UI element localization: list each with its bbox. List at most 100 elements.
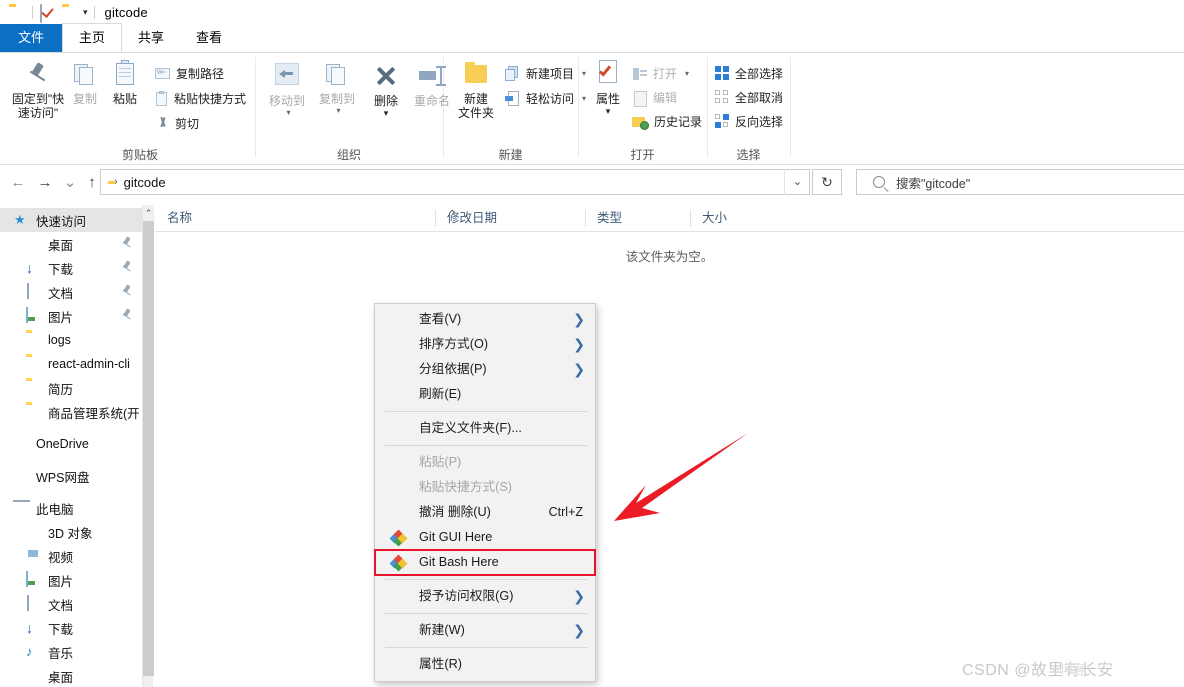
- scrollbar-thumb[interactable]: [143, 221, 154, 676]
- chevron-down-icon[interactable]: ▾: [588, 106, 628, 117]
- pin-icon[interactable]: [121, 285, 132, 296]
- sidebar-item[interactable]: ↓ 下载: [0, 256, 142, 280]
- new-folder-button[interactable]: 新建 文件夹: [451, 61, 501, 120]
- context-menu-item[interactable]: 新建(W) ❯: [375, 618, 595, 643]
- folder-icon[interactable]: [62, 5, 78, 21]
- chevron-right-icon[interactable]: ❯: [573, 584, 585, 609]
- select-none-button[interactable]: 全部取消: [715, 89, 783, 106]
- chevron-down-icon[interactable]: ▾: [83, 8, 88, 17]
- chevron-down-icon[interactable]: ▾: [316, 106, 361, 115]
- edit-icon: [632, 90, 648, 107]
- context-menu-item[interactable]: 刷新(E): [375, 382, 595, 407]
- sidebar-item[interactable]: WPS网盘: [0, 464, 142, 488]
- pin-icon: [25, 61, 51, 87]
- pin-icon[interactable]: [121, 309, 132, 320]
- pin-icon[interactable]: [121, 261, 132, 272]
- context-menu-item[interactable]: 查看(V) ❯: [375, 307, 595, 332]
- folder-icon: [26, 332, 42, 348]
- context-menu-item[interactable]: Git GUI Here: [375, 525, 595, 550]
- sidebar-item[interactable]: ★ 快速访问: [0, 208, 142, 232]
- column-header-type[interactable]: 类型: [585, 205, 690, 232]
- copy-to-icon: [324, 61, 350, 87]
- refresh-button[interactable]: ↻: [812, 169, 842, 195]
- tab-home[interactable]: 主页: [62, 23, 123, 52]
- address-bar[interactable]: › gitcode: [100, 169, 810, 195]
- wps-cloud-icon: [14, 468, 30, 484]
- select-all-button[interactable]: 全部选择: [715, 65, 783, 82]
- chevron-right-icon[interactable]: ❯: [573, 357, 585, 382]
- group-label-select: 选择: [736, 148, 761, 162]
- sidebar-item[interactable]: 简历: [0, 376, 142, 400]
- paste-button[interactable]: 粘贴: [106, 59, 144, 106]
- paste-shortcut-icon: [155, 90, 169, 107]
- context-menu-item[interactable]: Git Bash Here: [374, 549, 596, 576]
- sidebar-item[interactable]: 商品管理系统(开: [0, 400, 142, 424]
- column-header-size[interactable]: 大小: [690, 205, 775, 232]
- context-menu-item[interactable]: 撤消 删除(U) Ctrl+Z: [375, 500, 595, 525]
- pin-icon[interactable]: [121, 237, 132, 248]
- sidebar-item[interactable]: logs: [0, 328, 142, 352]
- search-input[interactable]: 搜索"gitcode": [896, 173, 970, 192]
- delete-button[interactable]: 删除 ▾: [367, 63, 405, 119]
- column-header-date[interactable]: 修改日期: [435, 205, 585, 232]
- chevron-right-icon[interactable]: ❯: [573, 332, 585, 357]
- close-icon: [373, 63, 399, 89]
- navigation-scrollbar[interactable]: ⌃: [142, 205, 154, 687]
- properties-check-icon[interactable]: [40, 3, 56, 23]
- chevron-right-icon[interactable]: ❯: [573, 307, 585, 332]
- context-menu[interactable]: 查看(V) ❯ 排序方式(O) ❯ 分组依据(P) ❯ 刷新(E) 自定义文件夹(F)... 粘…: [374, 303, 596, 682]
- sidebar-item[interactable]: 桌面: [0, 232, 142, 256]
- open-button[interactable]: 打开 ▾: [632, 65, 689, 82]
- properties-icon: [596, 59, 620, 87]
- new-item-button[interactable]: 新建项目 ▾: [505, 65, 586, 82]
- pin-to-quick-access-button[interactable]: 固定到"快 速访问": [8, 61, 68, 120]
- sidebar-item[interactable]: ♪ 音乐: [0, 640, 142, 664]
- recent-locations-button[interactable]: ⌄: [60, 173, 80, 193]
- sidebar-item[interactable]: 视频: [0, 544, 142, 568]
- cut-button[interactable]: 剪切: [155, 115, 199, 132]
- forward-button[interactable]: →: [35, 173, 55, 193]
- context-menu-item: 粘贴(P): [375, 450, 595, 475]
- sidebar-item[interactable]: OneDrive: [0, 432, 142, 456]
- tab-file[interactable]: 文件: [0, 24, 63, 52]
- sidebar-item[interactable]: 图片: [0, 568, 142, 592]
- sidebar-item[interactable]: 3D 对象: [0, 520, 142, 544]
- chevron-down-icon[interactable]: ▾: [685, 69, 689, 78]
- invert-selection-button[interactable]: 反向选择: [715, 113, 783, 130]
- copy-to-button[interactable]: 复制到 ▾: [313, 61, 361, 115]
- breadcrumb-path[interactable]: gitcode: [124, 175, 166, 190]
- chevron-down-icon[interactable]: ▾: [266, 108, 311, 117]
- up-button[interactable]: ↑: [82, 173, 102, 193]
- edit-button[interactable]: 编辑: [632, 89, 677, 107]
- tab-share[interactable]: 共享: [122, 24, 180, 52]
- sidebar-item[interactable]: 文档: [0, 280, 142, 304]
- chevron-right-icon[interactable]: ❯: [573, 618, 585, 643]
- move-to-button[interactable]: 移动到 ▾: [263, 61, 311, 117]
- sidebar-item[interactable]: 此电脑: [0, 496, 142, 520]
- chevron-down-icon[interactable]: ▾: [367, 108, 405, 119]
- sidebar-item[interactable]: 文档: [0, 592, 142, 616]
- sidebar-item[interactable]: react-admin-cli: [0, 352, 142, 376]
- search-box[interactable]: 搜索"gitcode": [856, 169, 1184, 195]
- scroll-up-icon[interactable]: ⌃: [143, 205, 154, 221]
- context-menu-item[interactable]: 授予访问权限(G) ❯: [375, 584, 595, 609]
- documents-icon: [26, 283, 42, 300]
- easy-access-button[interactable]: 轻松访问 ▾: [505, 90, 586, 107]
- context-menu-item[interactable]: 排序方式(O) ❯: [375, 332, 595, 357]
- address-dropdown-button[interactable]: ⌄: [784, 169, 810, 195]
- sidebar-item[interactable]: 桌面: [0, 664, 142, 687]
- properties-button[interactable]: 属性 ▾: [588, 59, 628, 117]
- paste-shortcut-button[interactable]: 粘贴快捷方式: [155, 90, 246, 107]
- back-button[interactable]: ←: [8, 173, 28, 193]
- tab-view[interactable]: 查看: [180, 24, 238, 52]
- column-header-name[interactable]: 名称: [155, 205, 435, 232]
- history-button[interactable]: 历史记录: [632, 113, 702, 130]
- copy-button[interactable]: 复制: [66, 61, 104, 106]
- sidebar-item[interactable]: ↓ 下载: [0, 616, 142, 640]
- context-menu-item[interactable]: 属性(R): [375, 652, 595, 677]
- sidebar-item[interactable]: 图片: [0, 304, 142, 328]
- context-menu-item[interactable]: 分组依据(P) ❯: [375, 357, 595, 382]
- context-menu-item[interactable]: 自定义文件夹(F)...: [375, 416, 595, 441]
- delete-label: 删除: [373, 94, 398, 108]
- copy-path-button[interactable]: W= 复制路径: [155, 65, 224, 82]
